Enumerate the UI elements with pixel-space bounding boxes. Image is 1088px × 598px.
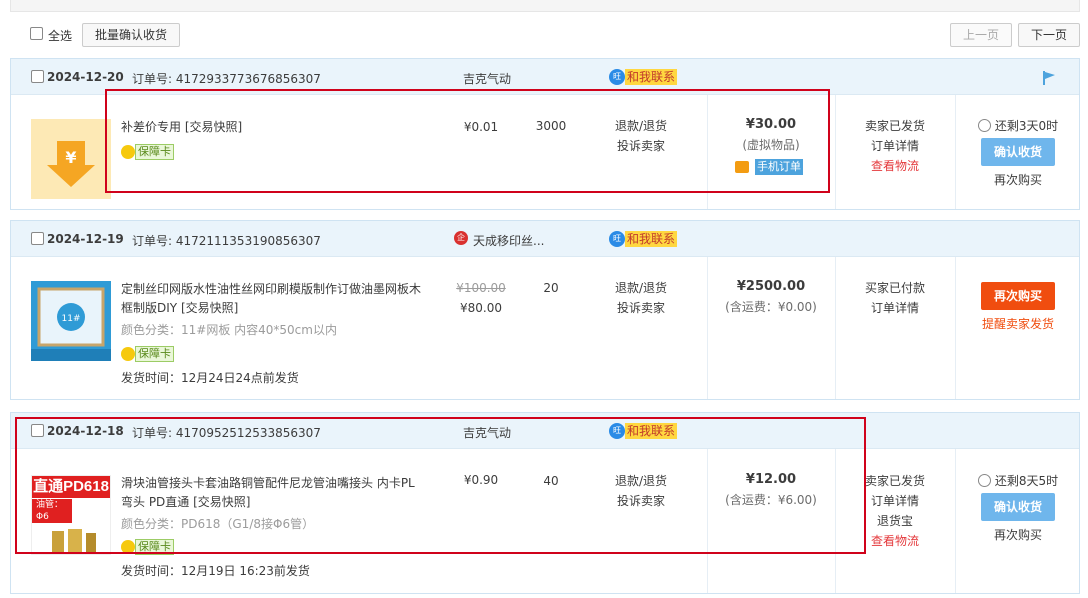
order-status: 买家已付款 — [864, 281, 925, 295]
product-name[interactable]: 滑块油管接头卡套油路铜管配件尼龙管油嘴接头 内卡PL弯头 PD直通 [交易快照] — [121, 474, 421, 512]
original-price: ¥100.00 — [456, 281, 506, 295]
prev-page-button[interactable]: 上一页 — [950, 23, 1012, 47]
wangwang-icon: 旺 — [609, 231, 625, 247]
view-logistics-link[interactable]: 查看物流 — [835, 156, 955, 176]
contact-label: 和我联系 — [625, 69, 678, 85]
order-number: 订单号: 4172933773676856307 — [132, 72, 321, 86]
refund-link[interactable]: 退款/退货 — [601, 471, 681, 491]
mobile-order-label: 手机订单 — [755, 159, 803, 175]
select-all-checkbox[interactable] — [30, 27, 43, 40]
guarantee-label: 保障卡 — [135, 539, 174, 555]
order-total: ¥30.00 — [745, 117, 797, 132]
timer-icon — [977, 474, 991, 487]
bulb-icon — [121, 540, 135, 554]
confirm-receipt-button[interactable]: 确认收货 — [981, 138, 1055, 166]
order-detail-link[interactable]: 订单详情 — [835, 491, 955, 511]
order-total: ¥2500.00 — [736, 279, 806, 294]
unit-price: ¥0.01 — [463, 120, 499, 134]
ship-time: 发货时间：12月19日 16:23前发货 — [121, 564, 310, 578]
timer-icon — [977, 119, 991, 132]
countdown-text: 还剩3天0时 — [994, 119, 1059, 133]
wangwang-icon: 旺 — [609, 69, 625, 85]
shop-name[interactable]: 吉克气动 — [463, 424, 511, 441]
sku-info: 颜色分类：11#网板 内容40*50cm以内 — [121, 323, 337, 337]
product-name[interactable]: 定制丝印网版水性油性丝网印刷模版制作订做油墨网板木框制版DIY [交易快照] — [121, 280, 421, 318]
order-date: 2024-12-20 — [47, 70, 124, 84]
guarantee-label: 保障卡 — [135, 144, 174, 160]
complain-link[interactable]: 投诉卖家 — [601, 298, 681, 318]
wangwang-icon: 旺 — [609, 423, 625, 439]
order-status: 卖家已发货 — [864, 119, 925, 133]
order-header: 2024-12-18 订单号: 4170952512533856307 吉克气动… — [11, 413, 1079, 449]
toolbar: 全选 批量确认收货 上一页 下一页 — [10, 22, 1080, 48]
shop-name[interactable]: 吉克气动 — [463, 70, 511, 87]
contact-label: 和我联系 — [625, 423, 678, 439]
buy-again-link[interactable]: 再次购买 — [955, 525, 1081, 545]
countdown-timer: 还剩8天5时 — [977, 471, 1059, 491]
batch-confirm-button[interactable]: 批量确认收货 — [82, 23, 180, 47]
order-detail-link[interactable]: 订单详情 — [835, 136, 955, 156]
order-checkbox[interactable] — [31, 70, 44, 83]
order-total-note: (含运费：¥0.00) — [725, 300, 817, 314]
thumbnail-title: 直通PD618 — [32, 476, 110, 498]
product-name[interactable]: 补差价专用 [交易快照] — [121, 118, 421, 137]
order-number: 订单号: 4170952512533856307 — [132, 426, 321, 440]
quantity: 3000 — [535, 119, 567, 133]
product-thumbnail[interactable]: ¥ — [31, 119, 111, 199]
quantity: 40 — [543, 474, 559, 488]
return-insurance-link[interactable]: 退货宝 — [835, 511, 955, 531]
order-header: 2024-12-19 订单号: 4172111353190856307 企 天成… — [11, 221, 1079, 257]
flag-icon[interactable] — [1041, 70, 1057, 86]
order-date: 2024-12-19 — [47, 232, 124, 246]
countdown-timer: 还剩3天0时 — [977, 116, 1059, 136]
order-detail-link[interactable]: 订单详情 — [835, 298, 955, 318]
top-strip — [10, 0, 1080, 12]
confirm-receipt-button[interactable]: 确认收货 — [981, 493, 1055, 521]
order-checkbox[interactable] — [31, 232, 44, 245]
ship-time: 发货时间：12月24日24点前发货 — [121, 371, 299, 385]
buy-again-button[interactable]: 再次购买 — [981, 282, 1055, 310]
shop-enterprise-icon: 企 — [454, 231, 468, 245]
svg-text:11#: 11# — [62, 314, 81, 324]
order-status: 卖家已发货 — [864, 474, 925, 488]
snapshot-link[interactable]: [交易快照] — [193, 495, 250, 509]
remind-seller-ship-link[interactable]: 提醒卖家发货 — [955, 314, 1081, 334]
refund-link[interactable]: 退款/退货 — [601, 116, 681, 136]
refund-link[interactable]: 退款/退货 — [601, 278, 681, 298]
product-thumbnail[interactable]: 11# — [31, 281, 111, 361]
bulb-icon — [121, 347, 135, 361]
complain-link[interactable]: 投诉卖家 — [601, 136, 681, 156]
countdown-text: 还剩8天5时 — [994, 474, 1059, 488]
unit-price: ¥80.00 — [460, 301, 502, 315]
snapshot-link[interactable]: [交易快照] — [181, 301, 238, 315]
order-card: 2024-12-19 订单号: 4172111353190856307 企 天成… — [10, 220, 1080, 400]
bulb-icon — [121, 145, 135, 159]
order-card: 2024-12-20 订单号: 4172933773676856307 吉克气动… — [10, 58, 1080, 210]
order-total-note: (虚拟物品) — [742, 138, 800, 152]
order-date: 2024-12-18 — [47, 424, 124, 438]
unit-price: ¥0.90 — [463, 473, 499, 487]
complain-link[interactable]: 投诉卖家 — [601, 491, 681, 511]
next-page-button[interactable]: 下一页 — [1018, 23, 1080, 47]
quantity: 20 — [543, 281, 559, 295]
product-thumbnail[interactable]: 直通PD618 油管：Φ6 — [31, 475, 111, 555]
order-total: ¥12.00 — [745, 472, 797, 487]
card-icon — [735, 161, 749, 173]
order-checkbox[interactable] — [31, 424, 44, 437]
guarantee-label: 保障卡 — [135, 346, 174, 362]
order-card: 2024-12-18 订单号: 4170952512533856307 吉克气动… — [10, 412, 1080, 594]
shop-name[interactable]: 天成移印丝... — [473, 232, 544, 249]
thumbnail-subtitle: 油管：Φ6 — [32, 499, 72, 523]
order-number: 订单号: 4172111353190856307 — [132, 234, 321, 248]
snapshot-link[interactable]: [交易快照] — [185, 120, 242, 134]
svg-text:¥: ¥ — [65, 148, 76, 167]
buy-again-link[interactable]: 再次购买 — [955, 170, 1081, 190]
order-total-note: (含运费：¥6.00) — [725, 493, 817, 507]
view-logistics-link[interactable]: 查看物流 — [835, 531, 955, 551]
fitting-image-icon — [52, 529, 96, 554]
order-header: 2024-12-20 订单号: 4172933773676856307 吉克气动… — [11, 59, 1079, 95]
contact-label: 和我联系 — [625, 231, 678, 247]
sku-info: 颜色分类：PD618（G1/8接Φ6管） — [121, 517, 315, 531]
select-all-label[interactable]: 全选 — [48, 27, 72, 44]
